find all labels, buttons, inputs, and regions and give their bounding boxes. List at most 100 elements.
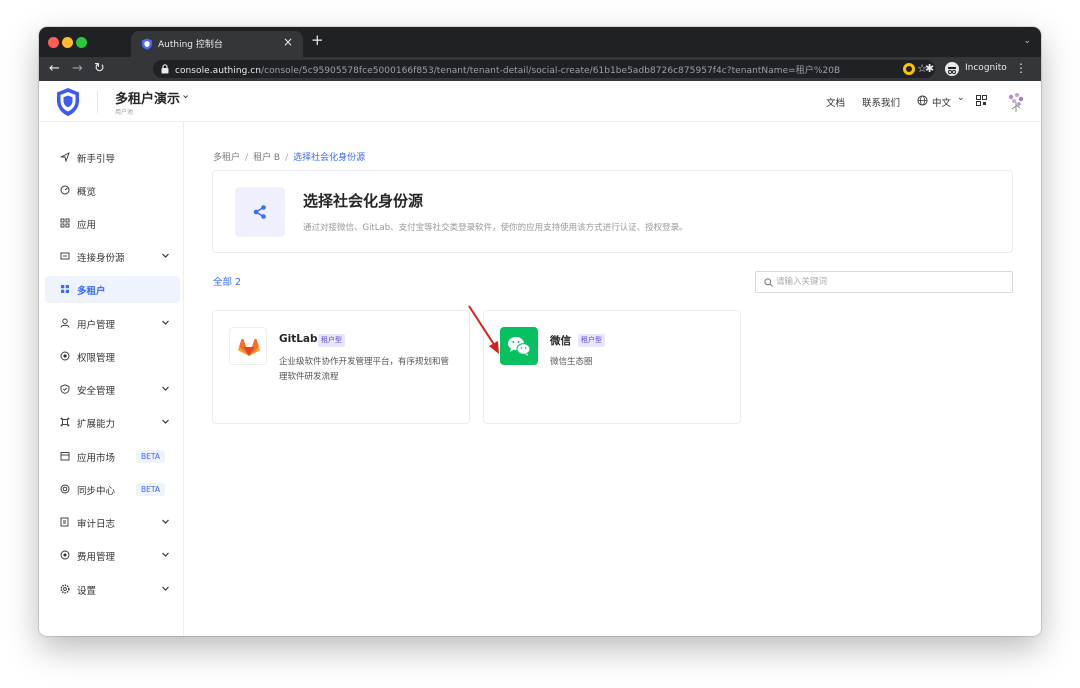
extension-ring-icon[interactable] [903, 63, 915, 75]
browser-menu-icon[interactable]: ⋮ [1015, 61, 1027, 75]
sidebar-item-label: 应用 [77, 220, 97, 231]
beta-badge: BETA [136, 450, 166, 463]
incognito-icon [945, 62, 959, 76]
gear-icon [60, 584, 70, 594]
user-icon [60, 318, 70, 328]
market-icon [60, 452, 70, 461]
apps-icon [60, 218, 70, 228]
language-switcher[interactable]: 中文 [932, 95, 951, 109]
reload-icon[interactable]: ↻ [94, 61, 105, 77]
close-window-button[interactable] [48, 37, 59, 48]
tab-title: Authing 控制台 [158, 40, 223, 50]
annotation-arrow-icon [468, 305, 499, 354]
filter-all-tab[interactable]: 全部 2 [213, 274, 241, 288]
minimize-window-button[interactable] [62, 37, 73, 48]
sidebar-item-tenants[interactable]: 多租户 [45, 276, 180, 303]
header-divider [97, 91, 98, 113]
sidebar-item-connections[interactable]: 连接身份源 [45, 243, 180, 270]
breadcrumb-current: 选择社会化身份源 [293, 153, 366, 163]
sidebar-item-apps[interactable]: 应用 [45, 210, 180, 237]
extension-icon [60, 417, 70, 427]
globe-icon[interactable] [917, 95, 928, 106]
beta-badge: BETA [136, 483, 166, 496]
provider-type-badge: 租户型 [578, 334, 605, 347]
browser-toolbar: ← → ↻ console.authing.cn/console/5c95905… [39, 57, 1041, 81]
breadcrumb: 多租户 / 租户 B / 选择社会化身份源 [213, 153, 366, 163]
new-tab-icon[interactable]: + [311, 31, 324, 49]
chevron-down-icon[interactable] [161, 417, 170, 426]
chevron-down-icon[interactable] [161, 384, 170, 393]
sidebar-item-security[interactable]: 安全管理 [45, 376, 180, 403]
sidebar-item-users[interactable]: 用户管理 [45, 310, 180, 337]
sidebar-item-label: 多租户 [77, 286, 106, 297]
authing-favicon-icon [142, 38, 152, 50]
shield-icon [60, 384, 70, 394]
sidebar-item-billing[interactable]: 费用管理 [45, 542, 180, 569]
permission-icon [60, 351, 70, 361]
provider-card-wechat[interactable]: 微信 租户型 微信生态圈 [483, 310, 741, 424]
sidebar-item-overview[interactable]: 概览 [45, 177, 180, 204]
audit-icon [60, 517, 69, 527]
search-icon [764, 278, 773, 287]
qrcode-icon[interactable] [976, 95, 987, 106]
main-content: 多租户 / 租户 B / 选择社会化身份源 选择社会化身份源 通过对接微信、GitLab… [185, 122, 1041, 636]
forward-arrow-icon[interactable]: → [72, 61, 83, 77]
sidebar-item-settings[interactable]: 设置 [45, 576, 180, 603]
sidebar-item-label: 连接身份源 [77, 253, 125, 264]
page-header-card: 选择社会化身份源 通过对接微信、GitLab、支付宝等社交类登录软件，使你的应用… [212, 170, 1013, 253]
breadcrumb-tenant-link[interactable]: 租户 B [253, 153, 280, 163]
language-chevron-icon[interactable]: ⌄ [957, 93, 965, 103]
share-icon [235, 187, 285, 237]
app-header: 多租户演示 ⌄ 用户池 文档 联系我们 中文 ⌄ [39, 81, 1041, 122]
sidebar-item-audit[interactable]: 审计日志 [45, 509, 180, 536]
wechat-icon [500, 327, 538, 365]
sidebar-item-marketplace[interactable]: 应用市场 BETA [45, 443, 180, 470]
extensions-puzzle-icon[interactable]: ✱ [925, 62, 934, 75]
provider-name: 微信 [550, 335, 571, 347]
incognito-label[interactable]: Incognito [965, 63, 1007, 73]
chevron-down-icon[interactable] [161, 517, 170, 526]
sync-icon [60, 484, 70, 494]
provider-card-gitlab[interactable]: GitLab 租户型 企业级软件协作开发管理平台，有序规划和管理软件研发流程 [212, 310, 470, 424]
tenant-icon [61, 285, 69, 293]
chevron-down-icon[interactable] [161, 584, 170, 593]
dashboard-icon [60, 185, 70, 195]
chevron-down-icon[interactable] [161, 251, 170, 260]
breadcrumb-tenants-link[interactable]: 多租户 [213, 153, 240, 163]
contact-link[interactable]: 联系我们 [862, 95, 900, 109]
sidebar-item-label: 新手引导 [77, 154, 116, 165]
provider-description: 微信生态圈 [550, 357, 593, 367]
provider-type-badge: 租户型 [318, 334, 345, 347]
browser-window: Authing 控制台 × + ⌄ ← → ↻ console.authing.… [39, 27, 1041, 636]
sidebar-item-label: 费用管理 [77, 552, 116, 563]
billing-icon [60, 550, 70, 560]
tab-search-chevron-icon[interactable]: ⌄ [1023, 36, 1031, 46]
sidebar-item-label: 权限管理 [77, 353, 116, 364]
search-box[interactable] [755, 271, 1013, 293]
lock-icon [161, 64, 169, 74]
provider-name: GitLab [279, 333, 318, 345]
browser-tabbar: Authing 控制台 × + ⌄ [39, 27, 1041, 57]
tab-close-icon[interactable]: × [283, 35, 293, 49]
chevron-down-icon[interactable] [161, 550, 170, 559]
authing-logo-icon[interactable] [55, 87, 81, 117]
sidebar-item-permissions[interactable]: 权限管理 [45, 343, 180, 370]
search-input[interactable] [776, 274, 1006, 290]
sidebar-item-sync[interactable]: 同步中心 BETA [45, 476, 180, 503]
docs-link[interactable]: 文档 [826, 95, 845, 109]
provider-description: 企业级软件协作开发管理平台，有序规划和管理软件研发流程 [279, 357, 450, 382]
maximize-window-button[interactable] [76, 37, 87, 48]
sidebar-item-guide[interactable]: 新手引导 [45, 144, 180, 171]
sidebar-item-label: 概览 [77, 187, 97, 198]
avatar[interactable] [1005, 91, 1027, 113]
back-arrow-icon[interactable]: ← [49, 61, 60, 77]
sidebar-item-label: 安全管理 [77, 386, 116, 397]
chevron-down-icon[interactable] [161, 318, 170, 327]
browser-tab[interactable]: Authing 控制台 × [131, 31, 303, 57]
address-bar[interactable]: console.authing.cn/console/5c95905578fce… [153, 60, 935, 78]
sidebar-item-label: 扩展能力 [77, 419, 116, 430]
userpool-switcher[interactable]: 多租户演示 [115, 88, 180, 107]
sidebar-item-extensions[interactable]: 扩展能力 [45, 409, 180, 436]
chevron-down-icon[interactable]: ⌄ [181, 88, 190, 101]
page-title: 选择社会化身份源 [303, 192, 424, 210]
